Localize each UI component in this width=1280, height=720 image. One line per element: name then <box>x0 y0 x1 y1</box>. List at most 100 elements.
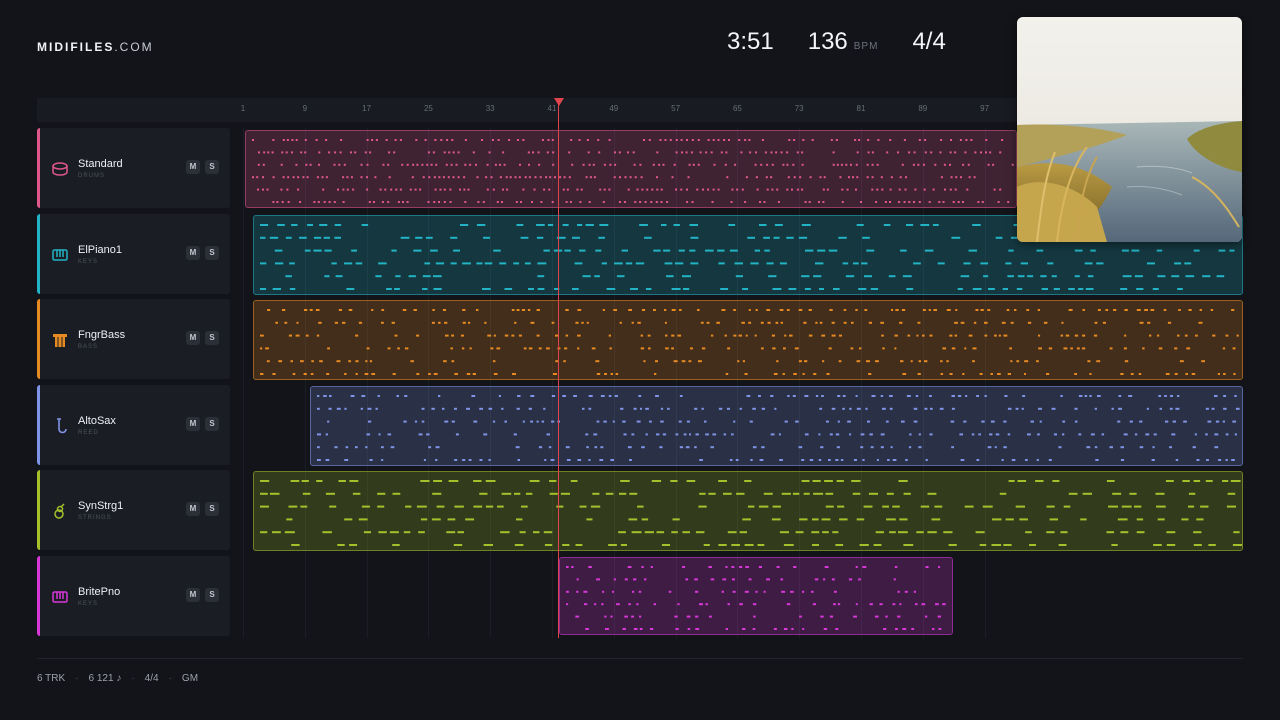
track-header-synstrg1[interactable]: SynStrg1 STRINGS M S <box>37 470 230 550</box>
midi-note <box>771 188 774 191</box>
midi-note <box>628 309 632 311</box>
midi-note <box>365 360 368 363</box>
midi-note <box>257 188 259 191</box>
midi-note <box>786 163 789 166</box>
track-header-standard[interactable]: Standard DRUMS M S <box>37 128 230 208</box>
midi-note <box>483 544 493 546</box>
mute-button[interactable]: M <box>186 502 200 516</box>
midi-note <box>374 176 377 179</box>
midi-note <box>375 139 378 141</box>
midi-note <box>616 603 620 606</box>
midi-note <box>433 288 442 290</box>
midi-note <box>1171 433 1176 436</box>
midi-note <box>972 224 981 226</box>
midi-note <box>1093 334 1098 337</box>
midi-note <box>907 334 911 337</box>
midi-note <box>698 505 707 508</box>
midi-note <box>624 176 627 179</box>
midi-note <box>835 433 840 436</box>
midi-note <box>804 288 811 290</box>
midi-note <box>864 309 868 311</box>
midi-note <box>699 492 706 495</box>
midi-note <box>880 321 884 324</box>
midi-note <box>1108 505 1118 508</box>
midi-note <box>968 249 977 252</box>
solo-button[interactable]: S <box>205 588 219 602</box>
midi-note <box>473 505 483 508</box>
track-header-altosax[interactable]: AltoSax REED M S <box>37 385 230 465</box>
midi-note <box>317 433 321 436</box>
bar-number: 9 <box>302 104 308 113</box>
mute-button[interactable]: M <box>186 246 200 260</box>
solo-button[interactable]: S <box>205 246 219 260</box>
midi-note <box>462 321 466 324</box>
midi-note <box>760 163 763 166</box>
midi-note <box>867 151 870 154</box>
midi-note <box>905 176 907 179</box>
midi-note <box>422 288 428 290</box>
mute-button[interactable]: M <box>186 417 200 431</box>
midi-note <box>895 628 898 630</box>
midi-note <box>710 151 713 154</box>
midi-note <box>325 176 328 179</box>
clip-standard[interactable] <box>245 130 1017 208</box>
midi-note <box>628 518 638 521</box>
midi-note <box>588 395 593 397</box>
playhead[interactable] <box>558 98 559 638</box>
midi-note <box>538 163 541 166</box>
midi-note <box>589 176 592 179</box>
solo-button[interactable]: S <box>205 331 219 345</box>
midi-note <box>403 531 411 534</box>
track-category: REED <box>78 430 99 436</box>
midi-note <box>880 446 884 449</box>
clip-synstrg1[interactable] <box>253 471 1243 551</box>
midi-note <box>972 360 975 363</box>
midi-note <box>388 151 391 154</box>
midi-note <box>318 321 322 324</box>
midi-note <box>368 201 371 203</box>
midi-note <box>774 224 783 226</box>
midi-note <box>297 176 300 179</box>
midi-note <box>899 603 902 606</box>
clip-fngrbass[interactable] <box>253 300 1243 380</box>
midi-note <box>1175 407 1180 410</box>
midi-note <box>881 188 884 191</box>
midi-note <box>434 188 437 191</box>
clip-britepno[interactable] <box>559 557 953 635</box>
track-header-fngrbass[interactable]: FngrBass BASS M S <box>37 299 230 379</box>
midi-note <box>731 188 734 191</box>
midi-note <box>295 139 298 141</box>
solo-button[interactable]: S <box>205 502 219 516</box>
midi-note <box>829 433 833 436</box>
midi-note <box>602 309 605 311</box>
midi-note <box>315 309 320 311</box>
midi-note <box>424 139 427 141</box>
midi-note <box>307 224 313 226</box>
midi-note <box>433 373 438 375</box>
mute-button[interactable]: M <box>186 588 200 602</box>
midi-note <box>1094 446 1098 449</box>
note-pattern <box>260 480 1242 546</box>
mute-button[interactable]: M <box>186 331 200 345</box>
track-header-elpiano1[interactable]: ElPiano1 KEYS M S <box>37 214 230 294</box>
midi-note <box>901 309 906 311</box>
midi-note <box>661 224 667 226</box>
solo-button[interactable]: S <box>205 417 219 431</box>
midi-note <box>579 201 582 203</box>
midi-note <box>1074 334 1079 337</box>
midi-note <box>892 505 900 508</box>
midi-note <box>784 420 788 423</box>
midi-note <box>837 420 840 423</box>
midi-note <box>416 334 420 337</box>
midi-note <box>588 163 591 166</box>
mute-button[interactable]: M <box>186 160 200 174</box>
midi-note <box>761 139 764 141</box>
midi-note <box>935 603 939 606</box>
clip-altosax[interactable] <box>310 386 1243 466</box>
midi-note <box>512 373 516 375</box>
solo-button[interactable]: S <box>205 160 219 174</box>
track-header-britepno[interactable]: BritePno KEYS M S <box>37 556 230 636</box>
midi-note <box>770 151 773 154</box>
track-category: KEYS <box>78 601 99 607</box>
playhead-handle[interactable] <box>554 98 564 106</box>
